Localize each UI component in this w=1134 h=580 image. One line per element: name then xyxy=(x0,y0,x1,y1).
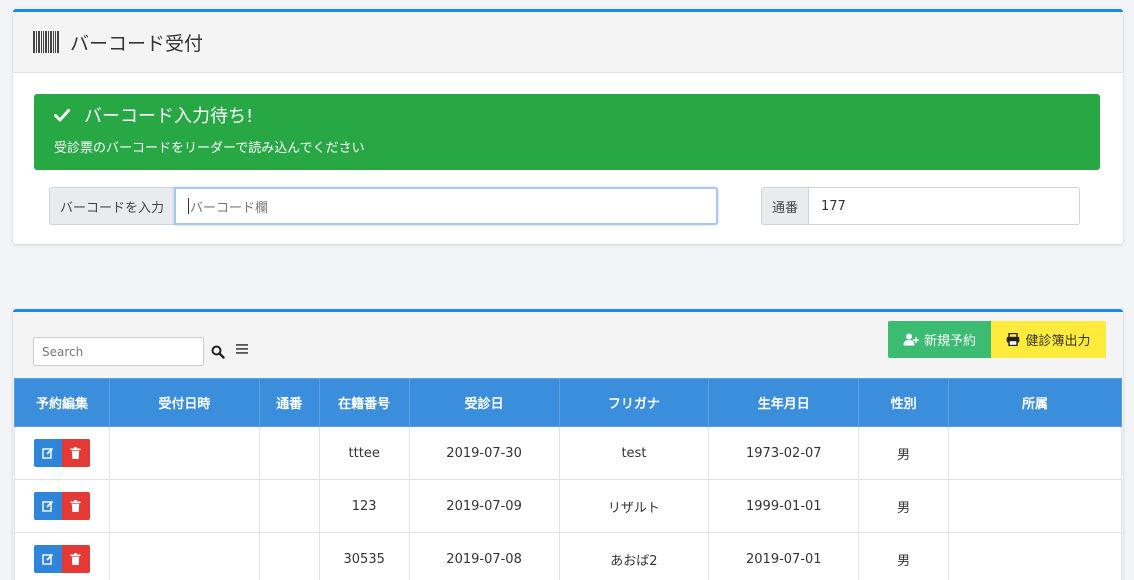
col-enrollment-no[interactable]: 在籍番号 xyxy=(318,378,410,427)
cell-received-at xyxy=(108,479,260,533)
cell-exam-date: 2019-07-09 xyxy=(408,479,560,533)
add-user-icon xyxy=(903,333,919,346)
status-alert: バーコード入力待ち! 受診票のバーコードをリーダーで読み込んでください xyxy=(34,94,1100,170)
cell-birthdate: 2019-07-01 xyxy=(708,532,860,580)
trash-icon xyxy=(70,447,81,459)
col-received-at[interactable]: 受付日時 xyxy=(108,378,260,427)
text-caret xyxy=(188,198,190,214)
table-row: 123 2019-07-09 リザルト 1999-01-01 男 xyxy=(14,479,1122,533)
barcode-icon xyxy=(33,31,60,53)
search-icon[interactable] xyxy=(211,345,225,359)
serial-input-group: 通番 177 xyxy=(761,187,1081,225)
alert-message: 受診票のバーコードをリーダーで読み込んでください xyxy=(54,141,365,156)
cell-exam-date: 2019-07-08 xyxy=(408,532,560,580)
col-furigana[interactable]: フリガナ xyxy=(558,378,710,427)
print-register-label: 健診簿出力 xyxy=(1025,334,1091,349)
cell-affiliation xyxy=(948,426,1122,480)
col-edit[interactable]: 予約編集 xyxy=(14,378,110,427)
barcode-input-group: バーコードを入力 バーコード欄 xyxy=(49,187,719,225)
cell-affiliation xyxy=(948,479,1122,533)
row-actions xyxy=(14,479,110,533)
cell-birthdate: 1999-01-01 xyxy=(708,479,860,533)
barcode-input-label: バーコードを入力 xyxy=(49,187,175,225)
row-actions xyxy=(14,426,110,480)
delete-button[interactable] xyxy=(61,492,90,520)
cell-received-at xyxy=(108,532,260,580)
barcode-input[interactable]: バーコード欄 xyxy=(174,187,719,225)
edit-icon xyxy=(42,500,54,512)
print-register-button[interactable]: 健診簿出力 xyxy=(991,321,1106,358)
cell-furigana: リザルト xyxy=(558,479,710,533)
alert-title: バーコード入力待ち! xyxy=(84,106,254,127)
row-actions xyxy=(14,532,110,580)
table-row: tttee 2019-07-30 test 1973-02-07 男 xyxy=(14,426,1122,480)
delete-button[interactable] xyxy=(61,439,90,467)
serial-label: 通番 xyxy=(761,187,809,225)
delete-button[interactable] xyxy=(61,545,90,573)
print-icon xyxy=(1007,333,1020,346)
check-icon xyxy=(54,109,70,122)
reservation-table: 予約編集 受付日時 通番 在籍番号 受診日 フリガナ 生年月日 性別 所属 tt… xyxy=(14,378,1122,580)
col-sex[interactable]: 性別 xyxy=(858,378,950,427)
trash-icon xyxy=(70,553,81,565)
edit-icon xyxy=(42,553,54,565)
cell-serial xyxy=(258,479,320,533)
cell-exam-date: 2019-07-30 xyxy=(408,426,560,480)
new-reservation-label: 新規予約 xyxy=(923,334,976,349)
cell-affiliation xyxy=(948,532,1122,580)
serial-field[interactable]: 177 xyxy=(808,187,1081,225)
page-title: バーコード受付 xyxy=(70,32,204,55)
cell-received-at xyxy=(108,426,260,480)
col-exam-date[interactable]: 受診日 xyxy=(408,378,560,427)
table-header-row: 予約編集 受付日時 通番 在籍番号 受診日 フリガナ 生年月日 性別 所属 xyxy=(14,378,1122,427)
barcode-reception-panel: バーコード受付 バーコード入力待ち! 受診票のバーコードをリーダーで読み込んでく… xyxy=(13,9,1123,244)
edit-button[interactable] xyxy=(33,492,62,520)
col-affiliation[interactable]: 所属 xyxy=(948,378,1122,427)
new-reservation-button[interactable]: 新規予約 xyxy=(888,321,991,358)
table-row: 30535 2019-07-08 あおば2 2019-07-01 男 xyxy=(14,532,1122,580)
cell-sex: 男 xyxy=(858,479,950,533)
edit-button[interactable] xyxy=(33,545,62,573)
cell-enrollment-no: 30535 xyxy=(318,532,410,580)
col-serial[interactable]: 通番 xyxy=(258,378,320,427)
cell-sex: 男 xyxy=(858,426,950,480)
cell-birthdate: 1973-02-07 xyxy=(708,426,860,480)
cell-enrollment-no: 123 xyxy=(318,479,410,533)
cell-furigana: あおば2 xyxy=(558,532,710,580)
edit-icon xyxy=(42,447,54,459)
cell-enrollment-no: tttee xyxy=(318,426,410,480)
barcode-input-placeholder: バーコード欄 xyxy=(190,200,269,216)
edit-button[interactable] xyxy=(33,439,62,467)
col-birthdate[interactable]: 生年月日 xyxy=(708,378,860,427)
cell-furigana: test xyxy=(558,426,710,480)
search-input[interactable]: Search xyxy=(33,337,204,366)
reservation-list-panel: Search 新規予約 健診簿出力 予約編集 受付日時 通番 在籍番号 受診日 … xyxy=(13,309,1123,580)
cell-serial xyxy=(258,532,320,580)
cell-serial xyxy=(258,426,320,480)
cell-sex: 男 xyxy=(858,532,950,580)
panel-header: バーコード受付 xyxy=(13,12,1123,73)
trash-icon xyxy=(70,500,81,512)
menu-icon[interactable] xyxy=(235,342,249,356)
